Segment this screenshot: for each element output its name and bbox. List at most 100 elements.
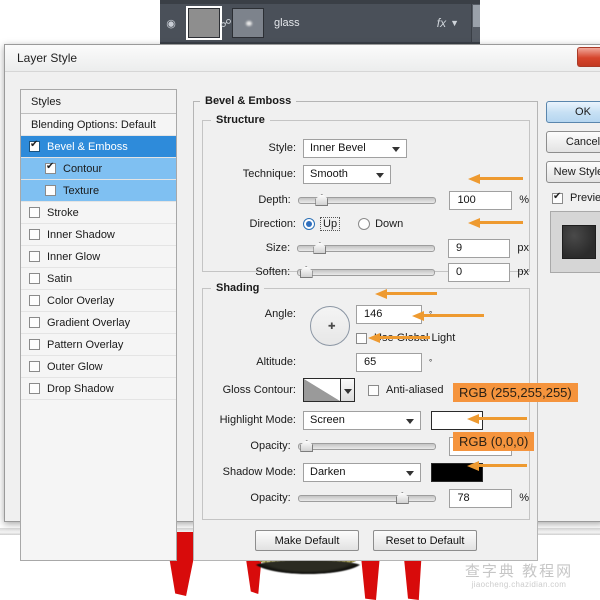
style-select[interactable]: Inner Bevel bbox=[303, 139, 407, 158]
styles-item-checkbox[interactable] bbox=[29, 273, 40, 284]
technique-select[interactable]: Smooth bbox=[303, 165, 391, 184]
size-input[interactable]: 9 bbox=[448, 239, 510, 258]
size-label: Size: bbox=[203, 242, 297, 254]
size-slider-thumb[interactable] bbox=[313, 242, 326, 254]
styles-item-label: Color Overlay bbox=[47, 295, 114, 307]
dialog-title: Layer Style bbox=[17, 51, 77, 65]
highlight-opacity-slider[interactable] bbox=[298, 439, 437, 453]
layer-thumbnail[interactable] bbox=[188, 8, 220, 38]
styles-item-checkbox[interactable] bbox=[29, 207, 40, 218]
fx-icon[interactable]: fx bbox=[437, 16, 446, 30]
arrow-shaft bbox=[379, 336, 430, 339]
highlight-opacity-thumb[interactable] bbox=[300, 440, 313, 452]
preview-row[interactable]: Preview bbox=[546, 192, 600, 204]
styles-item-inner-shadow[interactable]: Inner Shadow bbox=[21, 224, 176, 246]
use-global-light-checkbox[interactable] bbox=[356, 333, 367, 344]
soften-slider[interactable] bbox=[297, 265, 435, 279]
styles-item-checkbox[interactable] bbox=[29, 141, 40, 152]
highlight-mode-select[interactable]: Screen bbox=[303, 411, 421, 430]
preview-checkbox[interactable] bbox=[552, 193, 563, 204]
highlight-opacity-label: Opacity: bbox=[203, 440, 298, 452]
direction-down-radio[interactable] bbox=[358, 218, 370, 230]
styles-item-stroke[interactable]: Stroke bbox=[21, 202, 176, 224]
shading-group: Shading ✚ Angle: 146 ° Use Global Light … bbox=[202, 288, 530, 520]
styles-item-checkbox[interactable] bbox=[29, 361, 40, 372]
shadow-opacity-thumb[interactable] bbox=[396, 492, 409, 504]
styles-item-checkbox[interactable] bbox=[29, 383, 40, 394]
layer-row-glass[interactable]: ◉ ☍ glass fx ▼ bbox=[160, 4, 480, 42]
link-icon[interactable]: ☍ bbox=[220, 17, 232, 30]
direction-up-label[interactable]: Up bbox=[320, 217, 340, 231]
direction-up-radio[interactable] bbox=[303, 218, 315, 230]
styles-item-checkbox[interactable] bbox=[29, 229, 40, 240]
styles-item-satin[interactable]: Satin bbox=[21, 268, 176, 290]
styles-item-label: Blending Options: Default bbox=[31, 119, 156, 131]
shadow-opacity-input[interactable]: 78 bbox=[449, 489, 512, 508]
styles-item-checkbox[interactable] bbox=[29, 251, 40, 262]
depth-unit: % bbox=[519, 194, 529, 206]
gloss-contour-label: Gloss Contour: bbox=[203, 384, 303, 396]
layers-scrollbar[interactable] bbox=[471, 4, 480, 42]
size-unit: px bbox=[517, 242, 529, 254]
styles-item-drop-shadow[interactable]: Drop Shadow bbox=[21, 378, 176, 400]
watermark-cn: 查字典 教程网 bbox=[444, 564, 594, 580]
gloss-contour-swatch[interactable] bbox=[303, 378, 341, 402]
anti-aliased-label[interactable]: Anti-aliased bbox=[386, 384, 443, 396]
soften-slider-thumb[interactable] bbox=[300, 266, 313, 278]
styles-item-checkbox[interactable] bbox=[29, 339, 40, 350]
shadow-mode-select[interactable]: Darken bbox=[303, 463, 421, 482]
styles-item-color-overlay[interactable]: Color Overlay bbox=[21, 290, 176, 312]
cancel-button[interactable]: Cancel bbox=[546, 131, 600, 153]
layer-name: glass bbox=[274, 17, 437, 29]
direction-down-label[interactable]: Down bbox=[375, 218, 403, 230]
styles-item-checkbox[interactable] bbox=[45, 185, 56, 196]
styles-item-texture[interactable]: Texture bbox=[21, 180, 176, 202]
styles-item-label: Texture bbox=[63, 185, 99, 197]
styles-item-gradient-overlay[interactable]: Gradient Overlay bbox=[21, 312, 176, 334]
styles-item-blending-options-default[interactable]: Blending Options: Default bbox=[21, 114, 176, 136]
technique-label: Technique: bbox=[203, 168, 303, 180]
reset-to-default-button[interactable]: Reset to Default bbox=[373, 530, 477, 551]
gold-cylinder-shadow bbox=[253, 560, 363, 574]
make-default-button[interactable]: Make Default bbox=[255, 530, 359, 551]
styles-item-checkbox[interactable] bbox=[29, 295, 40, 306]
dialog-titlebar[interactable]: Layer Style bbox=[5, 45, 600, 72]
annotation-arrow-highlight-opacity bbox=[467, 414, 527, 423]
anti-aliased-checkbox[interactable] bbox=[368, 385, 379, 396]
shadow-opacity-unit: % bbox=[519, 492, 529, 504]
arrow-shaft bbox=[386, 292, 437, 295]
style-label: Style: bbox=[203, 142, 303, 154]
chevron-down-icon[interactable] bbox=[341, 378, 355, 402]
eye-icon[interactable]: ◉ bbox=[160, 4, 182, 42]
close-icon[interactable] bbox=[577, 47, 600, 67]
styles-item-outer-glow[interactable]: Outer Glow bbox=[21, 356, 176, 378]
chevron-down-icon bbox=[406, 419, 414, 424]
styles-list-panel: Styles Blending Options: DefaultBevel & … bbox=[20, 89, 177, 561]
gloss-contour-picker[interactable] bbox=[303, 378, 355, 402]
soften-input[interactable]: 0 bbox=[448, 263, 510, 282]
styles-item-inner-glow[interactable]: Inner Glow bbox=[21, 246, 176, 268]
shadow-opacity-slider[interactable] bbox=[298, 491, 437, 505]
styles-item-checkbox[interactable] bbox=[29, 317, 40, 328]
styles-item-checkbox[interactable] bbox=[45, 163, 56, 174]
highlight-mode-value: Screen bbox=[310, 414, 345, 426]
styles-item-label: Satin bbox=[47, 273, 72, 285]
chevron-down-icon[interactable]: ▼ bbox=[450, 18, 459, 28]
arrow-shaft bbox=[479, 177, 523, 180]
ok-button[interactable]: OK bbox=[546, 101, 600, 123]
styles-item-bevel-emboss[interactable]: Bevel & Emboss bbox=[21, 136, 176, 158]
styles-item-contour[interactable]: Contour bbox=[21, 158, 176, 180]
watermark: 查字典 教程网 jiaocheng.chazidian.com bbox=[444, 564, 594, 589]
depth-slider-thumb[interactable] bbox=[315, 194, 328, 206]
styles-item-pattern-overlay[interactable]: Pattern Overlay bbox=[21, 334, 176, 356]
annotation-arrow-angle bbox=[375, 289, 437, 298]
altitude-input[interactable]: 65 bbox=[356, 353, 422, 372]
chevron-down-icon bbox=[406, 471, 414, 476]
depth-slider[interactable] bbox=[298, 193, 437, 207]
depth-input[interactable]: 100 bbox=[449, 191, 512, 210]
bevel-panel-title: Bevel & Emboss bbox=[200, 95, 296, 107]
new-style-button[interactable]: New Style... bbox=[546, 161, 600, 183]
altitude-unit: ° bbox=[429, 358, 432, 367]
layer-mask-thumbnail[interactable] bbox=[232, 8, 264, 38]
size-slider[interactable] bbox=[297, 241, 435, 255]
